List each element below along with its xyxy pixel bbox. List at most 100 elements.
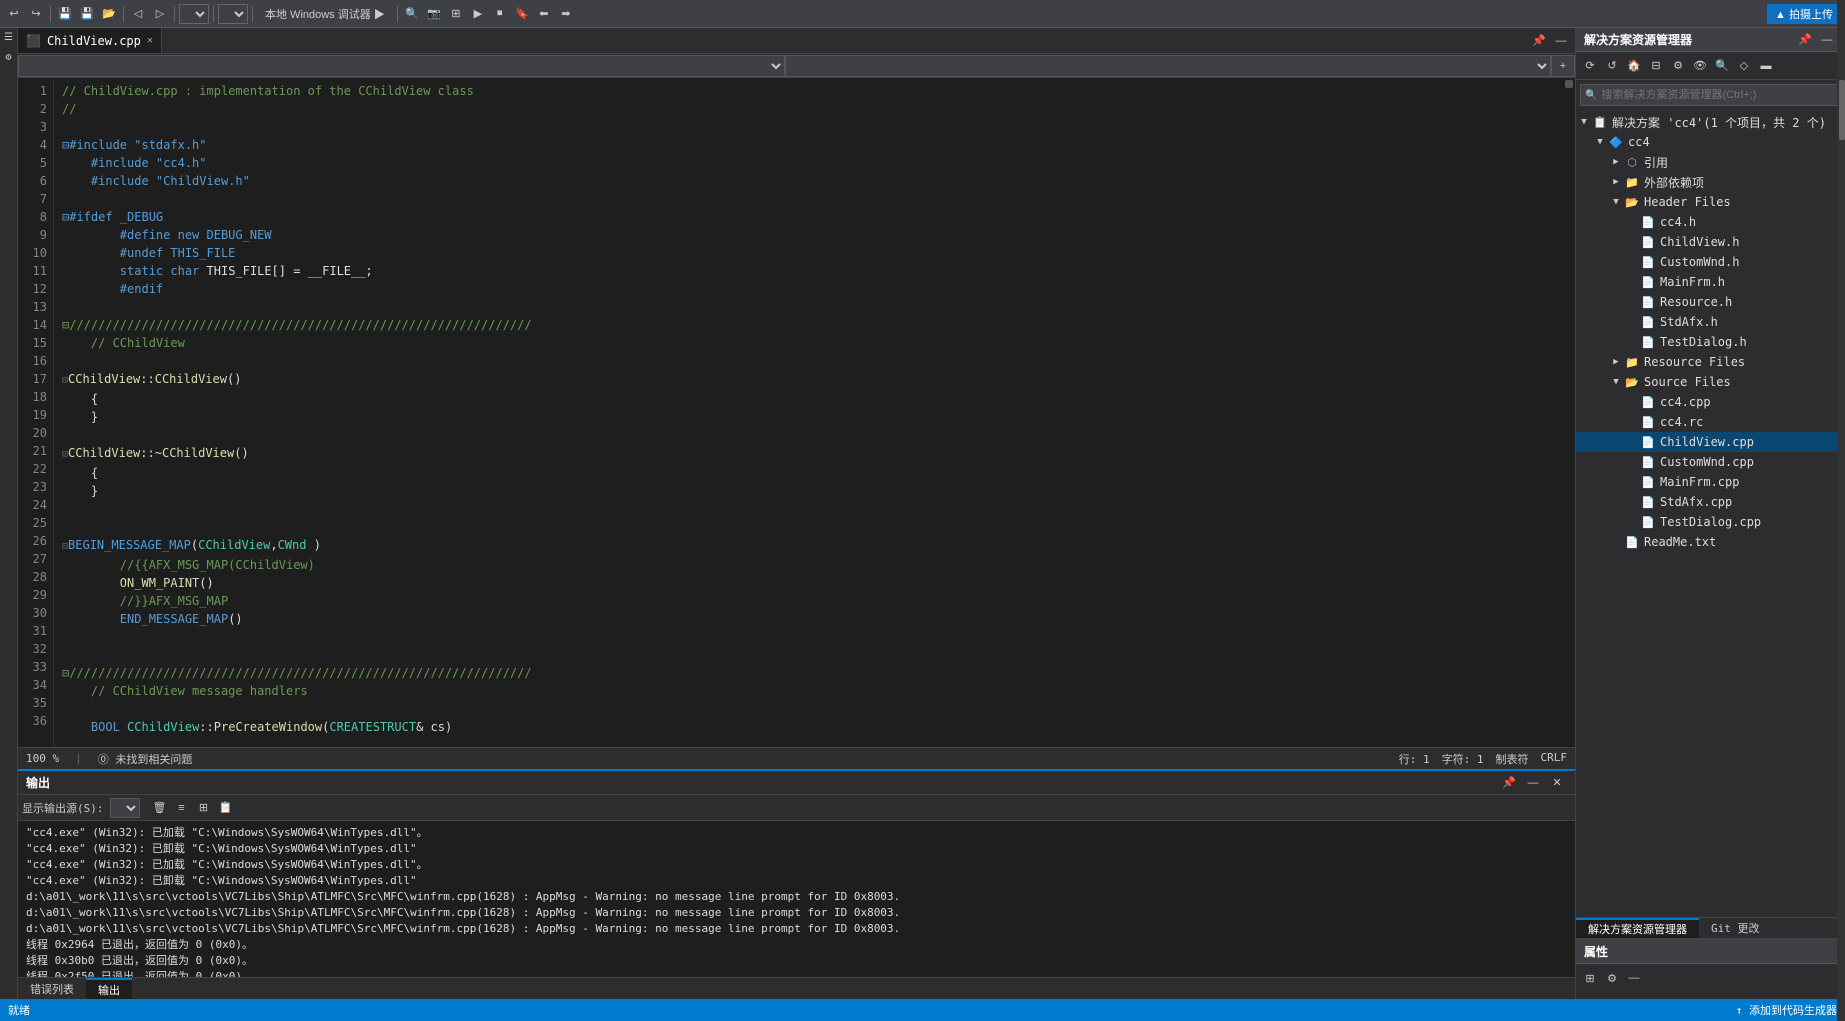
panel-tab-git[interactable]: Git 更改 [1699, 918, 1772, 938]
output-wrap-btn[interactable]: ≡ [172, 798, 192, 818]
rect-btn[interactable]: ⊞ [446, 4, 466, 24]
tree-item-external[interactable]: ▶ 📁 外部依赖项 [1576, 172, 1845, 192]
tree-item-testdialogcpp[interactable]: ▶ 📄 TestDialog.cpp [1576, 512, 1845, 532]
search-btn[interactable]: 🔍 [402, 4, 422, 24]
output-copy-btn[interactable]: 📋 [216, 798, 236, 818]
undo-btn[interactable]: ↩ [4, 4, 24, 24]
se-minus-btn[interactable]: ▬ [1756, 56, 1776, 76]
tree-item-stdafxh[interactable]: ▶ 📄 StdAfx.h [1576, 312, 1845, 332]
expand-icon-src: ▼ [1608, 374, 1624, 390]
tree-item-cc4rc[interactable]: ▶ 📄 cc4.rc [1576, 412, 1845, 432]
cpp-icon: 📄 [1640, 454, 1656, 470]
output-line-4: "cc4.exe" (Win32): 已卸载 "C:\Windows\SysWO… [26, 873, 1567, 889]
prop-btn1[interactable]: ⊞ [1580, 968, 1600, 988]
panel-pin-btn[interactable]: 📌 [1795, 30, 1815, 50]
testdialogcpp-label: TestDialog.cpp [1660, 515, 1761, 529]
pin-btn[interactable]: 📌 [1529, 31, 1549, 51]
output-tab-errors[interactable]: 错误列表 [18, 978, 86, 999]
sidebar-icon-1[interactable]: ☰ [1, 32, 17, 48]
tab-close[interactable]: ✕ [147, 35, 153, 46]
tree-item-childviewh[interactable]: ▶ 📄 ChildView.h [1576, 232, 1845, 252]
nav-btn2[interactable]: ➡ [556, 4, 576, 24]
tree-item-cc4[interactable]: ▼ 🔷 cc4 [1576, 132, 1845, 152]
tree-item-solution[interactable]: ▼ 📋 解决方案 'cc4'(1 个项目，共 2 个) [1576, 112, 1845, 132]
stop-btn[interactable]: ⏹ [490, 4, 510, 24]
tree-item-resourcefiles[interactable]: ▶ 📁 Resource Files [1576, 352, 1845, 372]
se-refresh-btn[interactable]: ↺ [1602, 56, 1622, 76]
camera-btn[interactable]: 📷 [424, 4, 444, 24]
se-collapse-btn[interactable]: ⊟ [1646, 56, 1666, 76]
se-view-btn[interactable]: 👁 [1690, 56, 1710, 76]
output-source-select[interactable]: 调试 [110, 798, 140, 818]
code-content[interactable]: // ChildView.cpp : implementation of the… [54, 78, 1563, 747]
output-minimize-btn[interactable]: — [1523, 773, 1543, 793]
minimize-btn[interactable]: — [1551, 31, 1571, 51]
tree-item-stdafxcpp[interactable]: ▶ 📄 StdAfx.cpp [1576, 492, 1845, 512]
tree-item-childviewcpp[interactable]: ▶ 📄 ChildView.cpp [1576, 432, 1845, 452]
add-code-label[interactable]: ↑ 添加到代码生成器 [1736, 1002, 1837, 1018]
sidebar-icon-2[interactable]: ⚙ [1, 52, 17, 68]
tree-item-cc4cpp[interactable]: ▶ 📄 cc4.cpp [1576, 392, 1845, 412]
panel-minimize-btn[interactable]: — [1817, 30, 1837, 50]
tree-item-sourcefiles[interactable]: ▼ 📂 Source Files [1576, 372, 1845, 392]
tree-item-mainfrncpp[interactable]: ▶ 📄 MainFrm.cpp [1576, 472, 1845, 492]
project-label: cc4 [1628, 135, 1650, 149]
play-btn[interactable]: ▶ [468, 4, 488, 24]
bookmark-btn[interactable]: 🔖 [512, 4, 532, 24]
se-filter-btn[interactable]: ⚙ [1668, 56, 1688, 76]
se-search-btn[interactable]: 🔍 [1712, 56, 1732, 76]
editor-tab-childview[interactable]: ⬛ ChildView.cpp ✕ [18, 28, 162, 53]
childviewh-label: ChildView.h [1660, 235, 1739, 249]
scope-dropdown-right[interactable]: (全局范围) [785, 55, 1552, 77]
output-filter-btn[interactable]: ⊞ [194, 798, 214, 818]
output-pin-btn[interactable]: 📌 [1499, 773, 1519, 793]
open-btn[interactable]: 📂 [99, 4, 119, 24]
tree-item-readme[interactable]: ▶ 📄 ReadMe.txt [1576, 532, 1845, 552]
output-clear-btn[interactable]: 🗑 [150, 798, 170, 818]
output-line-10: 线程 0x2f50 已退出，返回值为 0 (0x0)。 [26, 969, 1567, 977]
output-scrollbar[interactable] [1837, 0, 1845, 1021]
se-sync-btn[interactable]: ⟳ [1580, 56, 1600, 76]
platform-dropdown[interactable]: x86 [218, 4, 248, 24]
left-sidebar: ☰ ⚙ [0, 28, 18, 999]
prop-btn3[interactable]: — [1624, 968, 1644, 988]
tree-item-header[interactable]: ▼ 📂 Header Files [1576, 192, 1845, 212]
panel-tab-solution[interactable]: 解决方案资源管理器 [1576, 918, 1699, 938]
h-icon: 📄 [1640, 294, 1656, 310]
line-numbers: 12345 678910 1112131415 1617181920 21222… [18, 78, 54, 747]
expand-icon-cc4: ▼ [1592, 134, 1608, 150]
tree-item-testdialogh[interactable]: ▶ 📄 TestDialog.h [1576, 332, 1845, 352]
tree-item-cc4h[interactable]: ▶ 📄 cc4.h [1576, 212, 1845, 232]
scope-dropdown-left[interactable]: cc4 [18, 55, 785, 77]
output-close-btn[interactable]: ✕ [1547, 773, 1567, 793]
tree-item-customwndcpp[interactable]: ▶ 📄 CustomWnd.cpp [1576, 452, 1845, 472]
cc4cpp-label: cc4.cpp [1660, 395, 1711, 409]
h-icon: 📄 [1640, 314, 1656, 330]
output-tab-output[interactable]: 输出 [86, 978, 132, 999]
sep5 [252, 6, 253, 22]
se-code-btn[interactable]: ◇ [1734, 56, 1754, 76]
expand-icon-ref: ▶ [1608, 154, 1624, 170]
solution-search-input[interactable] [1601, 89, 1836, 101]
redo-btn[interactable]: ↪ [26, 4, 46, 24]
se-home-btn[interactable]: 🏠 [1624, 56, 1644, 76]
testdialogh-label: TestDialog.h [1660, 335, 1747, 349]
save-btn[interactable]: 💾 [55, 4, 75, 24]
tree-item-mainfrmh[interactable]: ▶ 📄 MainFrm.h [1576, 272, 1845, 292]
output-content[interactable]: "cc4.exe" (Win32): 已加载 "C:\Windows\SysWO… [18, 821, 1575, 977]
tree-item-ref[interactable]: ▶ ⬡ 引用 [1576, 152, 1845, 172]
nav-btn1[interactable]: ⬅ [534, 4, 554, 24]
tree-item-customwndh[interactable]: ▶ 📄 CustomWnd.h [1576, 252, 1845, 272]
prop-btn2[interactable]: ⚙ [1602, 968, 1622, 988]
save-all-btn[interactable]: 💾 [77, 4, 97, 24]
back-btn[interactable]: ◁ [128, 4, 148, 24]
panel-toolbar: ⟳ ↺ 🏠 ⊟ ⚙ 👁 🔍 ◇ ▬ [1576, 52, 1845, 80]
run-btn[interactable]: 本地 Windows 调试器 ▶ [257, 4, 393, 24]
dropdown-extra-btn[interactable]: + [1551, 55, 1575, 77]
tree-item-resourceh[interactable]: ▶ 📄 Resource.h [1576, 292, 1845, 312]
childviewcpp-label: ChildView.cpp [1660, 435, 1754, 449]
editor-scrollbar[interactable] [1563, 78, 1575, 747]
config-dropdown[interactable]: Debug [179, 4, 209, 24]
fwd-btn[interactable]: ▷ [150, 4, 170, 24]
live-share-btn[interactable]: ▲ 拍摄上传 [1767, 4, 1841, 24]
